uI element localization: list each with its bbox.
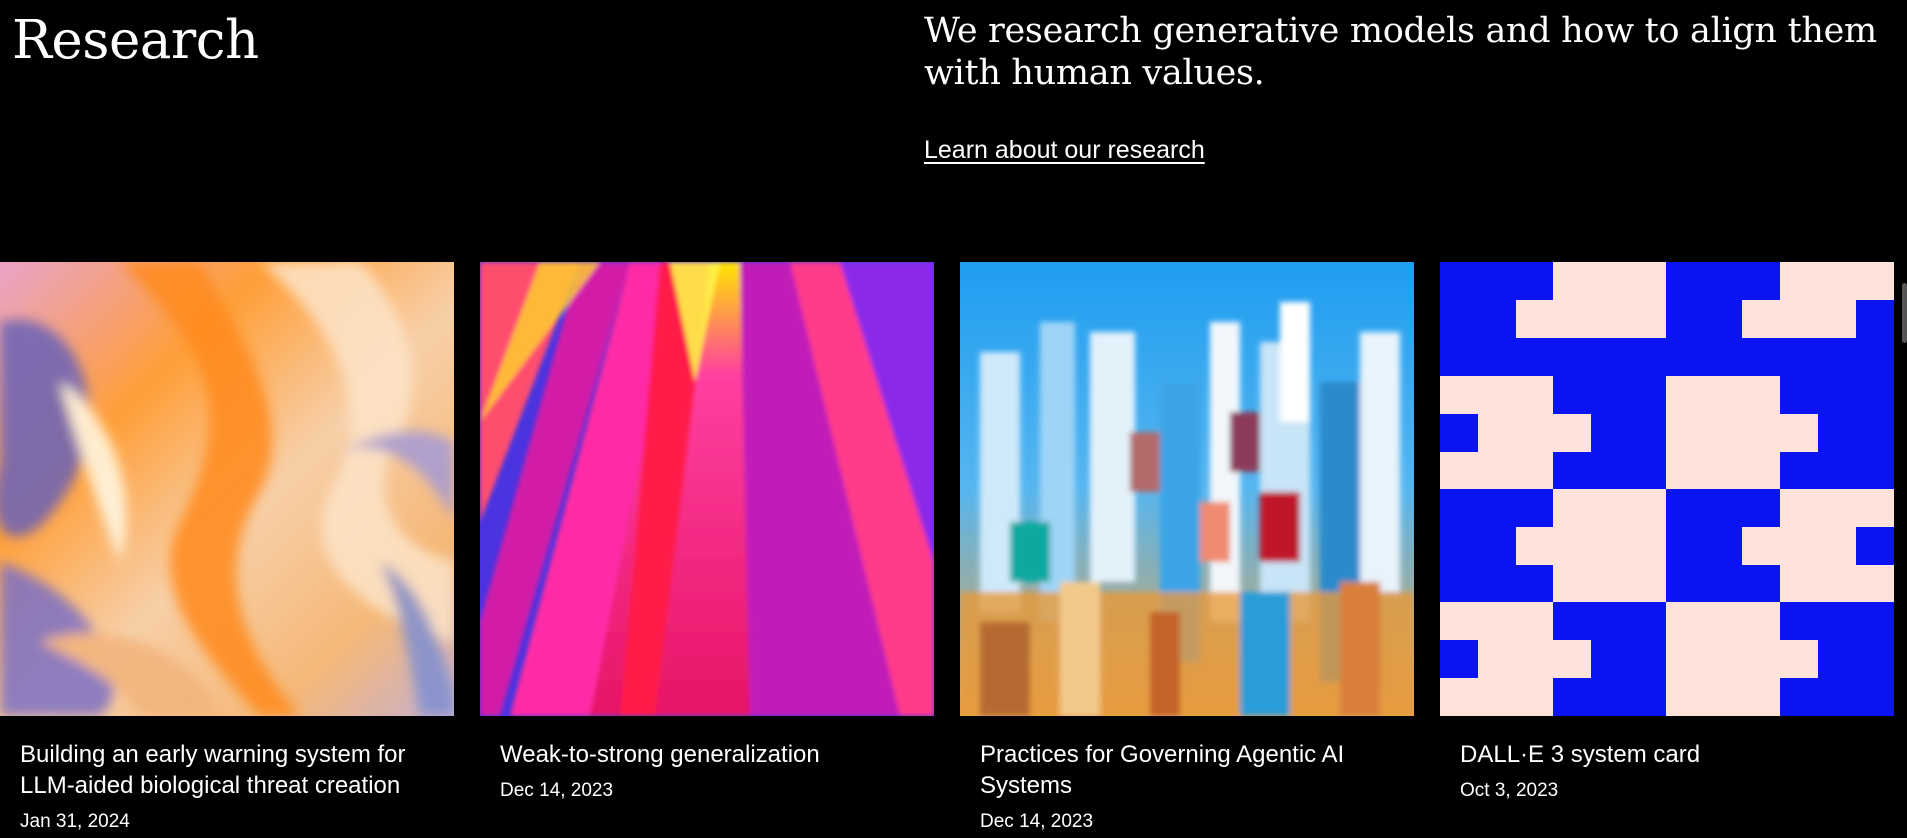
research-card[interactable]: Building an early warning system for LLM… xyxy=(0,262,454,833)
card-date: Jan 31, 2024 xyxy=(20,811,130,832)
card-title[interactable]: DALL·E 3 system card xyxy=(1440,739,1880,770)
card-image-painted-city[interactable] xyxy=(960,262,1414,716)
card-date: Oct 3, 2023 xyxy=(1460,780,1559,801)
research-card[interactable]: DALL·E 3 system card Oct 3, 2023 xyxy=(1440,262,1894,802)
page-scrollbar[interactable] xyxy=(1902,283,1907,343)
learn-about-research-link[interactable]: Learn about our research xyxy=(924,136,1205,165)
card-date: Dec 14, 2023 xyxy=(500,780,614,801)
card-image-abstract-swirl[interactable] xyxy=(0,262,454,716)
card-date: Dec 14, 2023 xyxy=(980,811,1094,832)
card-image-color-rays[interactable] xyxy=(480,262,934,716)
card-title[interactable]: Practices for Governing Agentic AI Syste… xyxy=(960,739,1400,801)
research-card[interactable]: Practices for Governing Agentic AI Syste… xyxy=(960,262,1414,833)
card-title[interactable]: Building an early warning system for LLM… xyxy=(0,739,440,801)
card-title[interactable]: Weak-to-strong generalization xyxy=(480,739,920,770)
research-tagline: We research generative models and how to… xyxy=(924,11,1877,93)
card-image-blue-pattern[interactable] xyxy=(1440,262,1894,716)
research-card[interactable]: Weak-to-strong generalization Dec 14, 20… xyxy=(480,262,934,802)
page-title: Research xyxy=(12,10,259,71)
